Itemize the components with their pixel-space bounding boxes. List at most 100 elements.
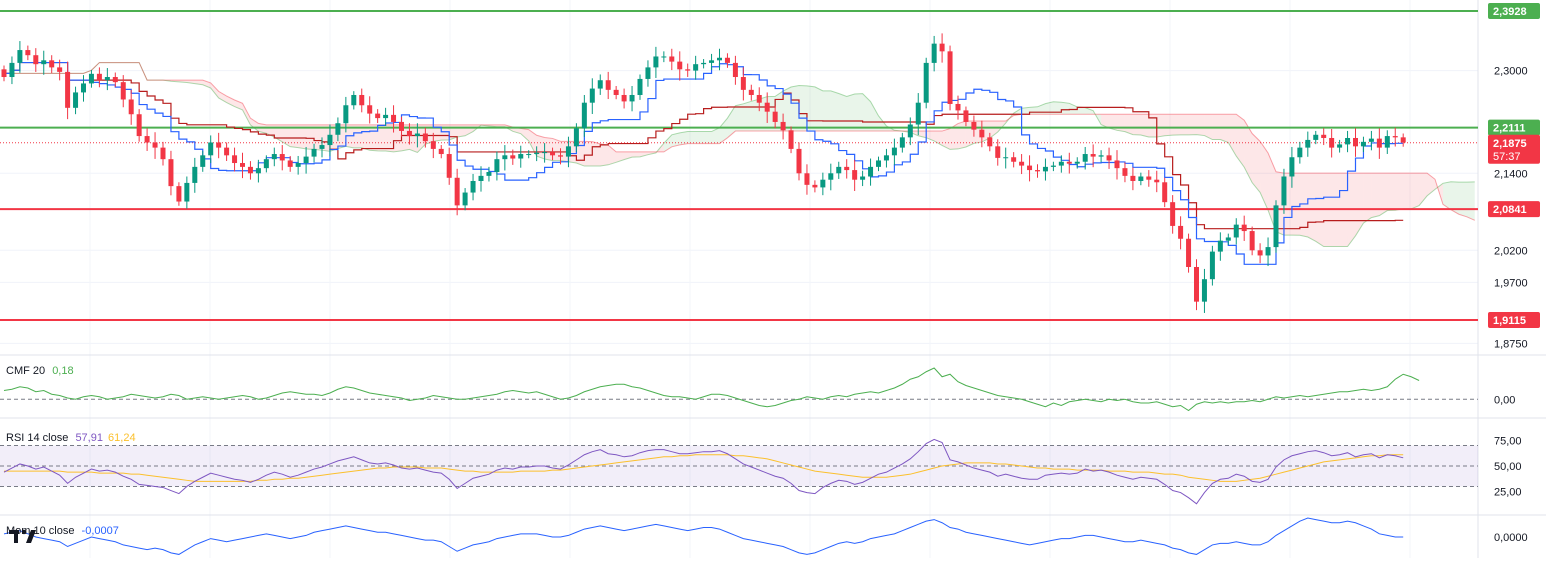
kumo-bear-segment [1355,173,1364,236]
kumo-bull-segment [751,99,760,132]
candle-up [1313,134,1319,140]
candle-up [271,154,277,160]
candle-down [1027,165,1033,171]
candle-down [128,99,134,115]
kumo-bull-segment [679,131,688,145]
mom-line [3,517,1404,555]
candle-up [1098,155,1104,157]
candle-up [81,83,86,93]
candle-down [780,121,786,131]
candle-down [406,130,412,137]
candle-up [518,154,524,159]
chart-canvas[interactable]: 2,3000 2,1400 2,0200 1,9700 1,8750 0,00 75,00 5… [0,0,1546,558]
price-tick-label: 2,3000 [1494,66,1528,78]
kumo-bear-segment [250,118,259,132]
candle-up [200,155,206,167]
candle-down [176,186,182,202]
candle-up [542,152,548,154]
candle-down [216,142,222,148]
candle-up [1305,139,1311,148]
candle-down [1106,155,1112,161]
kumo-bear-segment [1395,173,1404,211]
candle-up [470,180,476,193]
candle-down [112,77,118,83]
candle-down [1376,138,1382,148]
candle-up [1345,137,1351,145]
candle-down [748,89,754,95]
kumo-bull-segment [830,90,839,132]
candle-up [868,166,874,177]
candle-down [1329,137,1335,148]
kumo-bear-segment [1132,114,1141,136]
kumo-bear-segment [632,151,640,158]
kumo-bear-segment [1371,173,1380,218]
kumo-bull-segment [1077,106,1086,115]
candle-up [915,102,921,125]
candle-up [1225,237,1231,241]
kumo-bear-segment [1117,114,1125,132]
candle-up [534,152,540,155]
candle-up [414,133,420,137]
candle-up [653,56,659,68]
candle-down [724,57,730,63]
candle-down [971,121,977,130]
candle-up [899,137,905,148]
kumo-bull-segment [838,93,847,132]
kumo-bear-segment [369,124,378,151]
candle-up [1074,161,1080,164]
candle-up [1289,157,1295,177]
candle-down [796,148,802,174]
candle-down [804,173,810,185]
kumo-bull-segment [743,101,752,132]
trading-chart[interactable]: 2,3000 2,1400 2,0200 1,9700 1,8750 0,00 75,00 5… [0,0,1546,558]
kumo-bull-segment [687,131,696,144]
candle-up [701,62,707,65]
candle-down [558,155,563,157]
kumo-bear-segment [1411,173,1420,209]
candle-down [25,50,31,56]
kumo-bull-segment [719,118,728,144]
candle-down [955,103,961,111]
kumo-bear-segment [385,124,394,152]
level-price-label: 1,9115 [1493,315,1526,327]
kumo-bull-segment [1029,106,1038,115]
price-tick-label: 1,9700 [1494,277,1528,289]
candle-down [772,111,778,122]
kumo-bear-segment [536,135,545,159]
price-tick-label: 2,1400 [1494,168,1528,180]
kumo-bear-segment [552,138,561,161]
candle-down [1122,168,1128,176]
kumo-bear-segment [1196,114,1205,136]
kumo-bear-segment [377,124,386,152]
candle-down [764,102,770,112]
candle-up [1368,138,1374,142]
rsi-tick-label: 25,00 [1494,487,1522,499]
candle-up [462,192,468,206]
kumo-bear-segment [1172,114,1181,136]
candle-down [446,154,452,178]
candle-up [876,160,881,167]
candle-up [883,155,889,161]
candle-down [732,62,738,78]
level-price-label: 2,3928 [1493,6,1527,18]
kumo-bear-segment [584,141,593,167]
kumo-bull-segment [1061,102,1070,115]
candle-down [49,60,55,68]
kumo-bear-segment [592,141,601,167]
candle-down [1035,170,1040,172]
tradingview-logo[interactable] [8,526,38,546]
kumo-bear-segment [958,121,966,149]
kumo-bull-segment [862,93,871,132]
candle-up [828,173,834,180]
candle-up [88,73,94,84]
candle-down [1194,266,1199,302]
candle-down [1146,176,1152,180]
candle-up [17,50,23,63]
kumo-bull-segment [1458,182,1467,217]
candle-up [1209,251,1215,280]
kumo-bull-segment [814,86,823,132]
kumo-bull-segment [791,85,799,132]
candle-up [1217,240,1223,252]
kumo-bear-segment [1307,173,1316,242]
candle-down [1114,160,1120,169]
